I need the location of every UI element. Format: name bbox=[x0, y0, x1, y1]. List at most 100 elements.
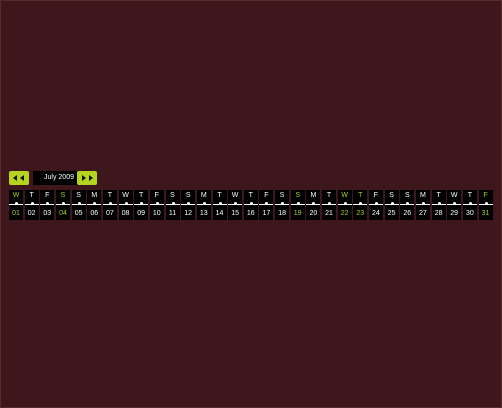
day-cell[interactable]: M 13 bbox=[196, 190, 211, 220]
day-of-week-label: S bbox=[170, 192, 175, 199]
day-of-week-label: S bbox=[389, 192, 394, 199]
day-number: 10 bbox=[152, 210, 161, 217]
day-marker-dot bbox=[296, 202, 300, 205]
day-of-week-label: T bbox=[467, 192, 473, 199]
day-number: 05 bbox=[74, 210, 83, 217]
day-cell[interactable]: T 16 bbox=[243, 190, 258, 220]
day-number: 15 bbox=[231, 210, 239, 217]
day-number: 21 bbox=[325, 210, 333, 217]
day-cell[interactable]: M 06 bbox=[87, 190, 102, 220]
day-cell[interactable]: W 08 bbox=[118, 190, 133, 220]
day-marker-dot bbox=[77, 202, 81, 205]
day-of-week-label: W bbox=[12, 192, 20, 199]
day-marker-dot bbox=[62, 202, 65, 205]
day-cell[interactable]: T 14 bbox=[212, 190, 227, 220]
day-cell[interactable]: W 01 bbox=[9, 190, 23, 220]
next-month-button[interactable] bbox=[77, 171, 97, 185]
day-number: 25 bbox=[387, 210, 396, 217]
day-number: 18 bbox=[278, 210, 286, 217]
day-of-week-label: M bbox=[91, 192, 98, 199]
day-of-week-label: M bbox=[310, 192, 317, 199]
day-number: 03 bbox=[43, 210, 52, 217]
day-cell[interactable]: M 27 bbox=[415, 190, 430, 220]
day-marker-dot bbox=[421, 202, 425, 205]
day-marker-dot bbox=[202, 202, 206, 205]
day-marker-dot bbox=[468, 202, 472, 205]
day-cell[interactable]: F 10 bbox=[149, 190, 164, 220]
day-cell[interactable]: S 19 bbox=[290, 190, 305, 220]
day-cell[interactable]: S 04 bbox=[56, 190, 70, 220]
day-number: 27 bbox=[418, 210, 427, 217]
day-marker-dot bbox=[155, 202, 159, 205]
day-number: 20 bbox=[309, 210, 318, 217]
day-number: 24 bbox=[371, 210, 380, 217]
day-cell[interactable]: T 28 bbox=[431, 190, 446, 220]
day-of-week-label: T bbox=[107, 192, 113, 199]
day-cell[interactable]: W 15 bbox=[228, 190, 243, 220]
day-cell[interactable]: S 12 bbox=[181, 190, 196, 220]
day-cell[interactable]: W 22 bbox=[337, 190, 352, 220]
day-marker-dot bbox=[108, 202, 112, 205]
day-of-week-label: T bbox=[248, 192, 253, 199]
day-cell[interactable]: T 23 bbox=[353, 190, 368, 220]
day-of-week-label: S bbox=[76, 192, 81, 199]
day-number: 12 bbox=[184, 210, 193, 217]
day-cell[interactable]: W 29 bbox=[447, 190, 462, 220]
double-arrow-left-icon bbox=[13, 175, 17, 181]
day-of-week-label: S bbox=[404, 192, 410, 199]
day-cell[interactable]: T 02 bbox=[24, 190, 39, 220]
day-of-week-label: S bbox=[60, 192, 66, 199]
day-cell[interactable]: S 25 bbox=[384, 190, 399, 220]
day-of-week-label: M bbox=[419, 192, 426, 199]
day-number: 30 bbox=[465, 210, 474, 217]
day-of-week-label: W bbox=[122, 192, 129, 199]
day-marker-dot bbox=[484, 202, 488, 205]
day-cell[interactable]: F 03 bbox=[40, 190, 55, 220]
day-of-week-label: F bbox=[264, 192, 269, 199]
day-of-week-label: F bbox=[483, 192, 488, 199]
day-of-week-label: S bbox=[279, 192, 285, 199]
day-number: 07 bbox=[105, 210, 114, 217]
day-of-week-label: T bbox=[29, 192, 34, 199]
day-number: 09 bbox=[137, 210, 146, 217]
day-number: 16 bbox=[246, 210, 255, 217]
day-of-week-label: T bbox=[436, 192, 441, 199]
day-cell[interactable]: S 18 bbox=[275, 190, 290, 220]
day-number: 14 bbox=[215, 210, 224, 217]
day-number: 04 bbox=[59, 210, 67, 217]
day-cell[interactable]: T 09 bbox=[134, 190, 149, 220]
day-marker-dot bbox=[218, 202, 222, 205]
day-number: 11 bbox=[168, 210, 177, 217]
day-number: 26 bbox=[403, 210, 412, 217]
day-cell[interactable]: F 17 bbox=[259, 190, 274, 220]
day-marker-dot bbox=[15, 202, 18, 205]
day-of-week-label: T bbox=[326, 192, 332, 199]
day-number: 13 bbox=[199, 210, 208, 217]
day-of-week-label: S bbox=[185, 192, 191, 199]
day-cell[interactable]: T 07 bbox=[102, 190, 117, 220]
day-of-week-label: F bbox=[373, 192, 379, 199]
day-cell[interactable]: M 20 bbox=[306, 190, 321, 220]
day-number: 23 bbox=[356, 210, 365, 217]
day-cell[interactable]: F 24 bbox=[368, 190, 383, 220]
double-arrow-right-icon bbox=[89, 175, 93, 181]
day-marker-dot bbox=[328, 202, 331, 205]
day-of-week-label: W bbox=[231, 192, 239, 199]
day-number: 17 bbox=[262, 210, 271, 217]
day-cell[interactable]: F 31 bbox=[478, 190, 493, 220]
day-cell[interactable]: T 30 bbox=[462, 190, 477, 220]
day-cell[interactable]: S 26 bbox=[400, 190, 415, 220]
day-number: 06 bbox=[90, 210, 99, 217]
day-of-week-label: T bbox=[139, 192, 144, 199]
day-cell[interactable]: S 11 bbox=[165, 190, 180, 220]
day-marker-dot bbox=[437, 202, 441, 205]
day-of-week-label: W bbox=[450, 192, 458, 199]
day-number: 22 bbox=[340, 210, 349, 217]
day-cell[interactable]: S 05 bbox=[71, 190, 86, 220]
day-of-week-label: W bbox=[341, 192, 348, 199]
day-marker-dot bbox=[390, 202, 394, 205]
previous-month-button[interactable] bbox=[9, 171, 29, 185]
day-cell[interactable]: T 21 bbox=[322, 190, 336, 220]
day-marker-dot bbox=[124, 202, 128, 205]
day-of-week-label: F bbox=[45, 192, 50, 199]
